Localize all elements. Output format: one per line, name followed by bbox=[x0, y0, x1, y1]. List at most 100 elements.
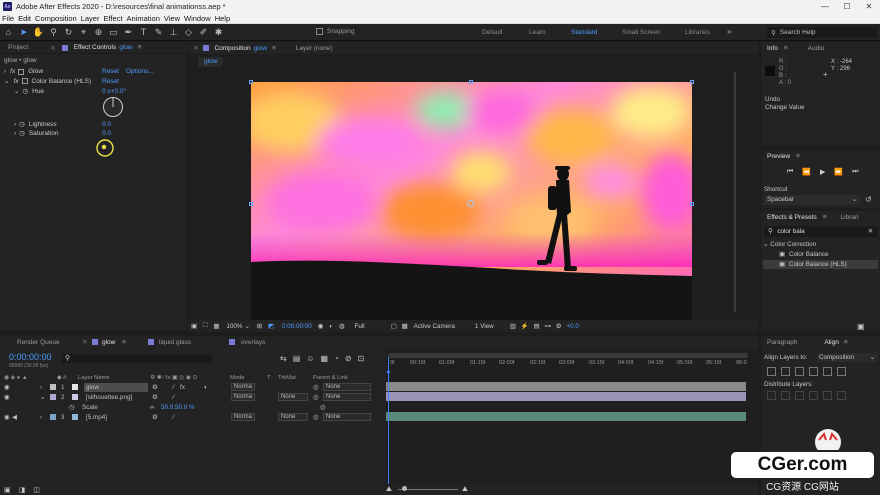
shy-switch-icon[interactable]: ⚙ bbox=[152, 414, 158, 421]
channel-icon[interactable]: ◍ bbox=[339, 323, 345, 330]
minimize-button[interactable]: — bbox=[814, 0, 836, 13]
pixel-aspect-icon[interactable]: ▥ bbox=[510, 323, 516, 330]
clone-stamp-icon[interactable]: ⊥ bbox=[167, 26, 180, 39]
scale-value[interactable]: 50.0,50.0 % bbox=[161, 404, 195, 411]
graph-toggle-icon[interactable]: ⊡ bbox=[358, 354, 365, 363]
composition-flowchart-tab[interactable]: glow bbox=[198, 57, 224, 67]
hue-value[interactable]: 0 x+0.0° bbox=[102, 88, 126, 95]
effect-row-glow[interactable]: › fx Glow Reset Options... bbox=[4, 68, 184, 75]
workspace-overflow-icon[interactable]: » bbox=[727, 27, 731, 36]
tab-composition[interactable]: Composition bbox=[214, 45, 250, 52]
column-parent[interactable]: Parent & Link bbox=[313, 375, 348, 381]
tab-libraries[interactable]: Librari bbox=[841, 214, 859, 221]
snapping-checkbox[interactable] bbox=[316, 28, 323, 35]
menu-help[interactable]: Help bbox=[215, 14, 230, 23]
effect-row-color-balance[interactable]: ⌄ fx Color Balance (HLS) Reset bbox=[4, 77, 184, 86]
tab-layer[interactable]: Layer (none) bbox=[296, 45, 333, 52]
pickwhip-icon[interactable]: ◎ bbox=[313, 414, 319, 421]
layer-bar-glow[interactable] bbox=[386, 382, 746, 391]
comp-mini-flowchart-icon[interactable]: ⇆ bbox=[280, 354, 287, 363]
quality-switch-icon[interactable]: ∕ bbox=[173, 394, 174, 401]
distribute-left-icon[interactable] bbox=[809, 391, 818, 400]
camera-tool-icon[interactable]: ⌖ bbox=[77, 26, 90, 39]
zoom-tool-icon[interactable]: ⚲ bbox=[47, 26, 60, 39]
work-area-bar[interactable] bbox=[388, 353, 748, 358]
selection-tool-icon[interactable]: ➤ bbox=[17, 26, 30, 39]
layer-name[interactable]: glow bbox=[84, 382, 148, 392]
align-vcenter-icon[interactable] bbox=[823, 367, 832, 376]
column-mode[interactable]: Mode bbox=[230, 375, 245, 381]
shortcut-dropdown[interactable]: Spacebar ⌄ bbox=[764, 195, 860, 205]
tab-effects-presets[interactable]: Effects & Presets bbox=[767, 214, 817, 221]
column-t[interactable]: T bbox=[267, 375, 271, 381]
toggle-transparency-icon[interactable]: ▩ bbox=[402, 323, 408, 330]
menu-animation[interactable]: Animation bbox=[127, 14, 160, 23]
tab-audio[interactable]: Audio bbox=[808, 45, 825, 52]
chevron-down-icon[interactable]: ⌄ bbox=[244, 323, 249, 330]
chevron-right-icon[interactable]: › bbox=[14, 121, 16, 128]
effect-enable-checkbox[interactable] bbox=[21, 78, 28, 84]
timeline-icon[interactable]: ▤ bbox=[533, 323, 539, 330]
new-folder-icon[interactable]: ▣ bbox=[857, 322, 865, 331]
first-frame-icon[interactable]: ⏮ bbox=[787, 168, 793, 176]
snapshot-icon[interactable]: ◉ bbox=[318, 323, 324, 330]
bounding-box-handle[interactable] bbox=[690, 202, 694, 206]
constrain-proportions-icon[interactable]: ∞ bbox=[150, 404, 155, 411]
tab-preview[interactable]: Preview bbox=[767, 153, 790, 160]
current-time-display[interactable]: 0:00:00:00 bbox=[282, 323, 312, 330]
menu-file[interactable]: File bbox=[2, 14, 14, 23]
lightness-value[interactable]: 0.0 bbox=[102, 121, 111, 128]
stopwatch-icon[interactable]: ◷ bbox=[19, 129, 25, 137]
parent-dropdown[interactable]: None bbox=[323, 393, 371, 401]
close-tab-icon[interactable]: ✕ bbox=[193, 44, 198, 52]
pickwhip-icon[interactable]: ◎ bbox=[313, 384, 319, 391]
zoom-out-icon[interactable]: ⛰ bbox=[386, 486, 392, 494]
effects-search-field[interactable]: ⚲ color bala ✕ bbox=[764, 226, 877, 237]
viewer-scrollbar[interactable] bbox=[734, 72, 736, 312]
in-out-icon[interactable]: ◫ bbox=[33, 486, 40, 494]
reset-icon[interactable]: ↺ bbox=[865, 195, 872, 204]
previous-frame-icon[interactable]: ⏪ bbox=[802, 168, 811, 176]
effect-enable-checkbox[interactable] bbox=[18, 68, 25, 75]
layer-row[interactable]: ◉ ⌄ 2 [silhouettee.png] ⚙ ∕ Norma None ◎… bbox=[0, 392, 385, 402]
tab-render-queue[interactable]: Render Queue bbox=[17, 339, 60, 346]
safe-margins-icon[interactable]: ⊞ bbox=[257, 323, 262, 330]
playhead[interactable] bbox=[388, 357, 389, 495]
hand-tool-icon[interactable]: ✋ bbox=[32, 26, 45, 39]
align-bottom-icon[interactable] bbox=[837, 367, 846, 376]
bounding-box-handle[interactable] bbox=[690, 80, 694, 84]
shy-switch-icon[interactable]: ⚙ bbox=[152, 394, 158, 401]
fast-previews-icon[interactable]: ⚡ bbox=[521, 322, 529, 330]
transfer-controls-icon[interactable]: ◨ bbox=[19, 486, 26, 494]
roto-brush-icon[interactable]: ✐ bbox=[197, 26, 210, 39]
effect-list-item-selected[interactable]: ▣ Color Balance (HLS) bbox=[763, 260, 878, 269]
timeline-tracks[interactable]: 0f 00:15f 01:00f 01:15f 02:00f 02:15f 03… bbox=[385, 350, 758, 495]
draft-3d-icon[interactable]: ▤ bbox=[293, 354, 301, 363]
expression-pickwhip-icon[interactable]: ◎ bbox=[320, 404, 326, 411]
trkmat-dropdown[interactable]: None bbox=[278, 413, 308, 421]
menu-edit[interactable]: Edit bbox=[18, 14, 31, 23]
close-button[interactable]: ✕ bbox=[858, 0, 880, 13]
transparency-grid-icon[interactable]: ◩ bbox=[268, 323, 274, 330]
resolution-dropdown[interactable]: Full bbox=[355, 323, 365, 330]
chevron-right-icon[interactable]: › bbox=[14, 130, 16, 137]
zoom-slider-thumb[interactable] bbox=[402, 486, 407, 491]
grid-icon[interactable]: ▦ bbox=[213, 323, 219, 330]
menu-layer[interactable]: Layer bbox=[81, 14, 100, 23]
align-right-icon[interactable] bbox=[795, 367, 804, 376]
hue-angle-dial[interactable] bbox=[102, 96, 124, 118]
exposure-reset-icon[interactable]: ⚙ bbox=[556, 323, 562, 330]
pen-tool-icon[interactable]: ✒ bbox=[122, 26, 135, 39]
reset-link[interactable]: Reset bbox=[102, 78, 119, 85]
distribute-top-icon[interactable] bbox=[767, 391, 776, 400]
motion-blur-icon[interactable]: ◔ bbox=[334, 354, 339, 363]
shy-switch-icon[interactable]: ⚙ bbox=[152, 384, 158, 391]
workspace-libraries[interactable]: Libraries bbox=[685, 29, 710, 36]
layer-switches-icon[interactable]: ▣ bbox=[4, 486, 11, 494]
workspace-learn[interactable]: Learn bbox=[529, 29, 546, 36]
menu-window[interactable]: Window bbox=[184, 14, 211, 23]
layer-bar-mp4[interactable] bbox=[386, 412, 746, 421]
panel-menu-icon[interactable]: ≡ bbox=[796, 153, 800, 160]
chevron-down-icon[interactable]: ⌄ bbox=[40, 394, 45, 401]
rotate-tool-icon[interactable]: ↻ bbox=[62, 26, 75, 39]
